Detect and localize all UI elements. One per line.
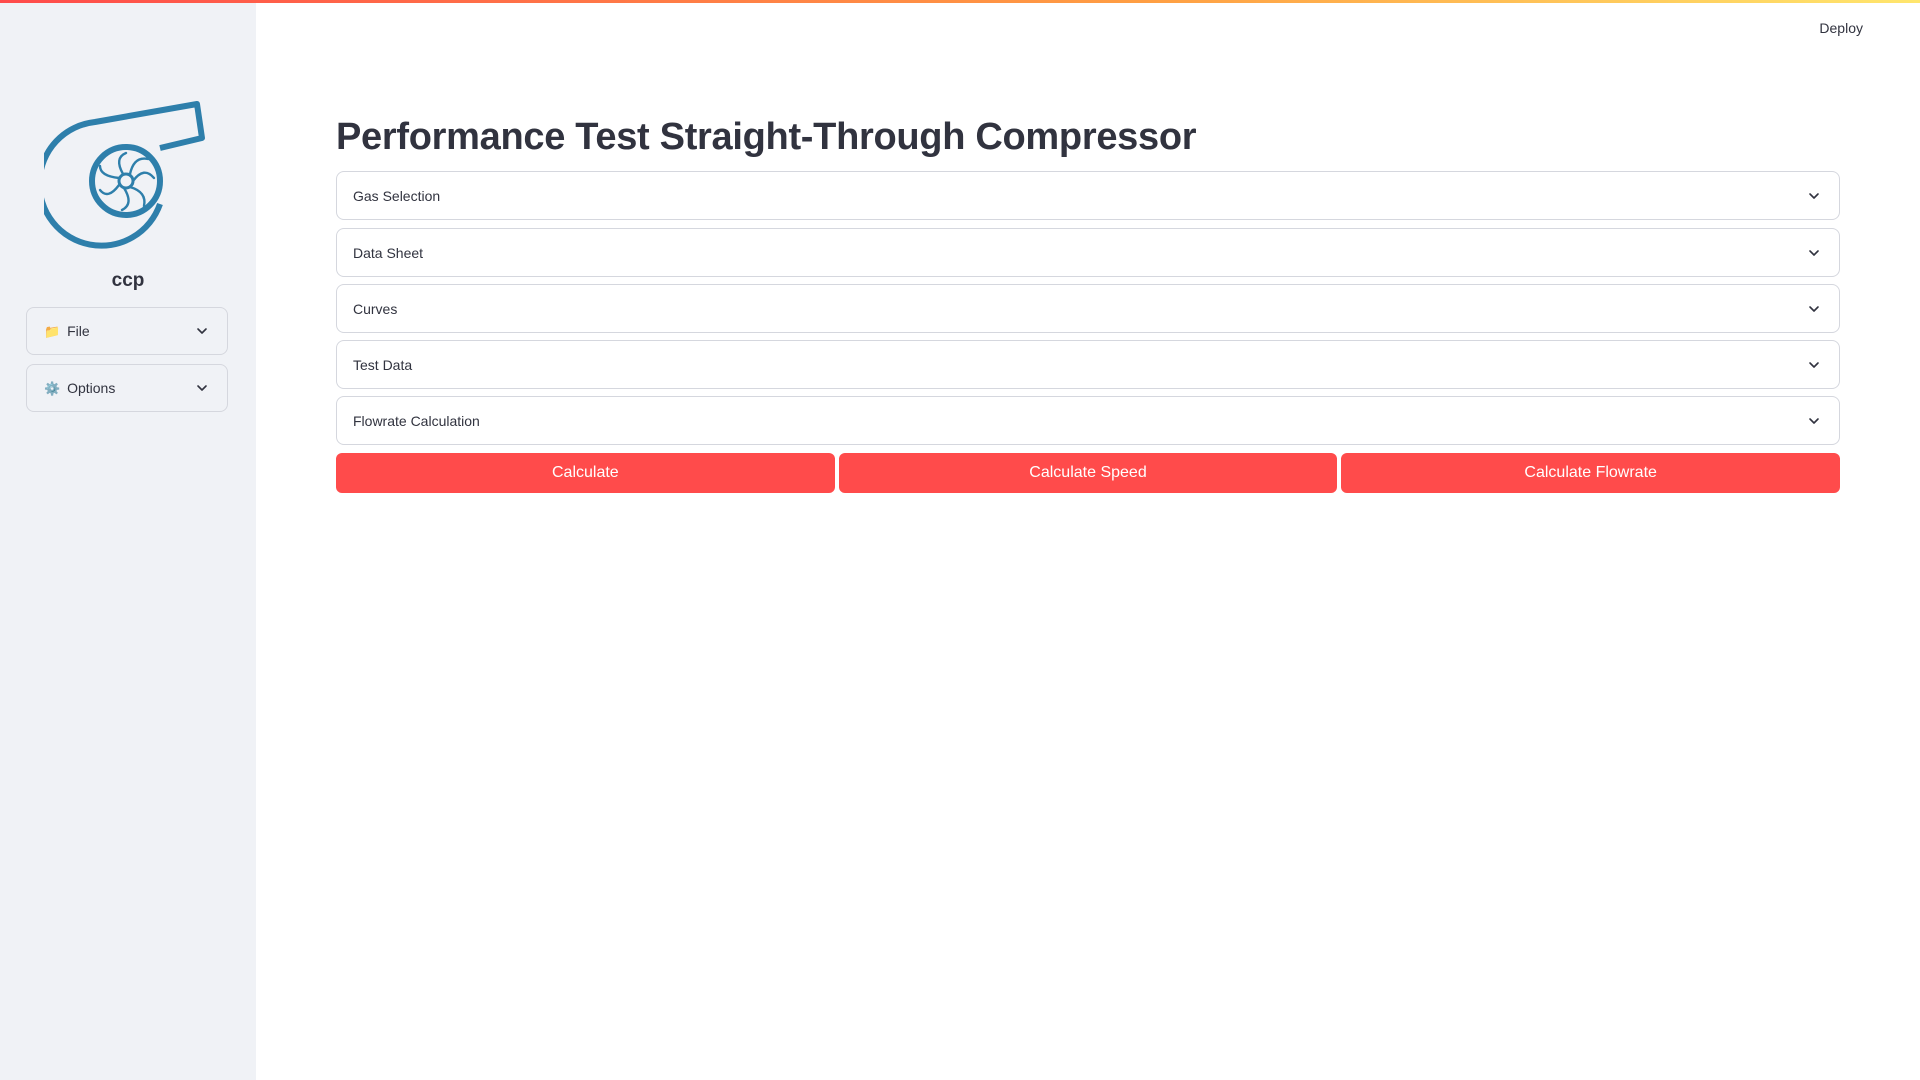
file-expander-label: File xyxy=(67,322,90,339)
sidebar: ccp 📁 File ⚙️ Options xyxy=(0,0,256,1080)
top-decoration-bar xyxy=(0,0,1920,3)
chevron-down-icon xyxy=(197,328,207,334)
calculate-flowrate-button[interactable]: Calculate Flowrate xyxy=(1341,453,1841,493)
test-data-expander[interactable]: Test Data xyxy=(336,340,1840,389)
gear-icon: ⚙️ xyxy=(44,380,61,396)
action-button-row: Calculate Calculate Speed Calculate Flow… xyxy=(336,453,1841,493)
file-expander[interactable]: 📁 File xyxy=(26,307,228,355)
expander-label: Flowrate Calculation xyxy=(353,412,480,429)
expander-label: Data Sheet xyxy=(353,244,424,261)
data-sheet-expander[interactable]: Data Sheet xyxy=(336,228,1840,277)
options-expander-label: Options xyxy=(67,379,116,396)
calculate-button[interactable]: Calculate xyxy=(336,453,835,493)
chevron-down-icon xyxy=(1809,305,1819,312)
chevron-down-icon xyxy=(1809,249,1819,256)
curves-expander[interactable]: Curves xyxy=(336,284,1840,333)
expander-label: Gas Selection xyxy=(353,187,441,204)
compressor-logo-icon xyxy=(36,96,212,256)
chevron-down-icon xyxy=(1809,192,1819,199)
deploy-button[interactable]: Deploy xyxy=(1819,20,1863,36)
chevron-down-icon xyxy=(1809,417,1819,424)
expander-label: Test Data xyxy=(353,356,413,373)
gas-selection-expander[interactable]: Gas Selection xyxy=(336,171,1840,220)
options-expander[interactable]: ⚙️ Options xyxy=(26,364,228,412)
app-name: ccp xyxy=(111,270,145,291)
expander-label: Curves xyxy=(353,300,398,317)
chevron-down-icon xyxy=(1809,361,1819,368)
folder-icon: 📁 xyxy=(44,323,61,339)
flowrate-calculation-expander[interactable]: Flowrate Calculation xyxy=(336,396,1840,445)
calculate-speed-button[interactable]: Calculate Speed xyxy=(838,453,1338,493)
page-title: Performance Test Straight-Through Compre… xyxy=(336,116,1197,158)
chevron-down-icon xyxy=(197,385,207,391)
